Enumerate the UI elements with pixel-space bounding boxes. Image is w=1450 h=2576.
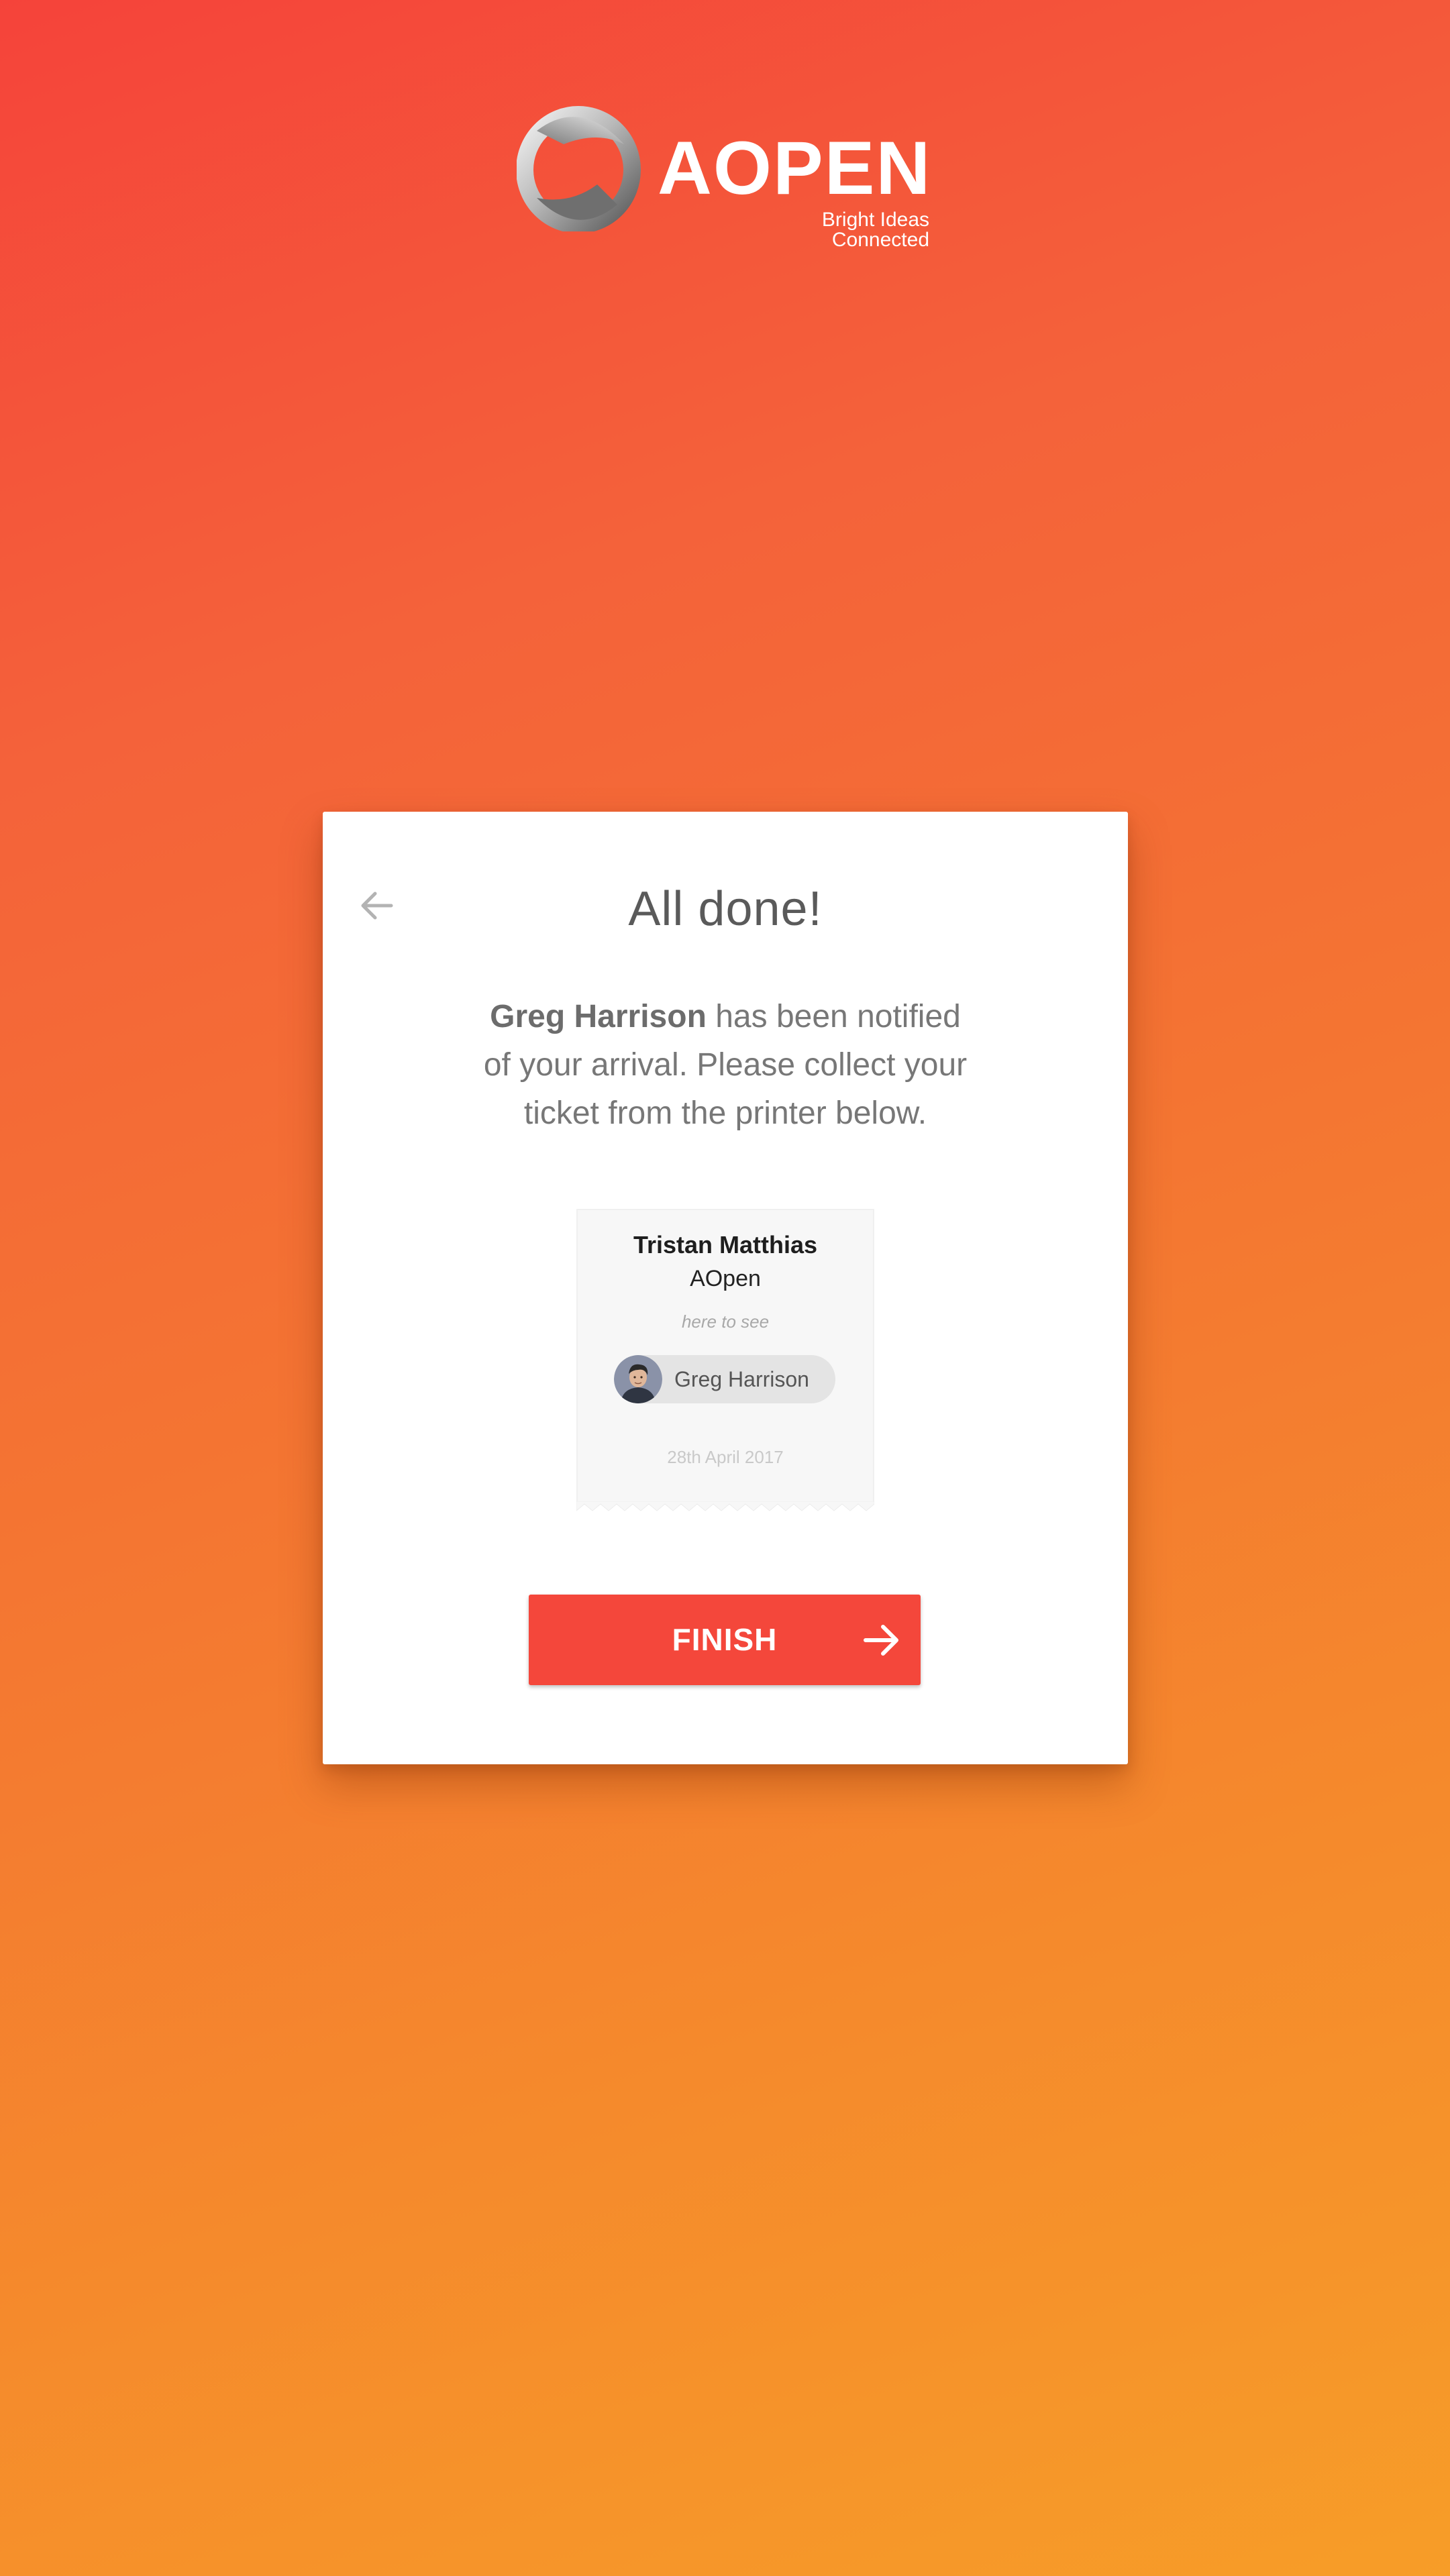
brand-tagline: Bright Ideas Connected — [821, 209, 929, 251]
here-to-see-label: here to see — [681, 1311, 770, 1332]
arrow-right-icon — [864, 1625, 898, 1656]
host-chip-name: Greg Harrison — [674, 1367, 809, 1391]
aopen-logo-mark-icon — [517, 106, 641, 231]
brand-name: AOPEN — [658, 126, 932, 210]
ticket-torn-edge — [576, 1501, 874, 1511]
visitor-ticket: Tristan Matthias AOpen here to see Greg … — [576, 1209, 874, 1511]
ticket-date: 28th April 2017 — [667, 1447, 784, 1467]
visitor-company: AOpen — [690, 1266, 761, 1291]
host-avatar-icon — [614, 1355, 662, 1403]
avatar — [614, 1355, 662, 1403]
finish-button[interactable]: FINISH — [529, 1595, 921, 1685]
host-name: Greg Harrison — [490, 999, 707, 1034]
arrival-message: Greg Harrison has been notified of your … — [477, 993, 974, 1138]
brand-logo: AOPEN Bright Ideas Connected — [517, 104, 933, 250]
host-chip: Greg Harrison — [614, 1355, 835, 1403]
visitor-name: Tristan Matthias — [633, 1231, 818, 1258]
confirmation-card: All done! Greg Harrison has been notifie… — [323, 812, 1128, 1764]
page-title: All done! — [628, 882, 823, 936]
